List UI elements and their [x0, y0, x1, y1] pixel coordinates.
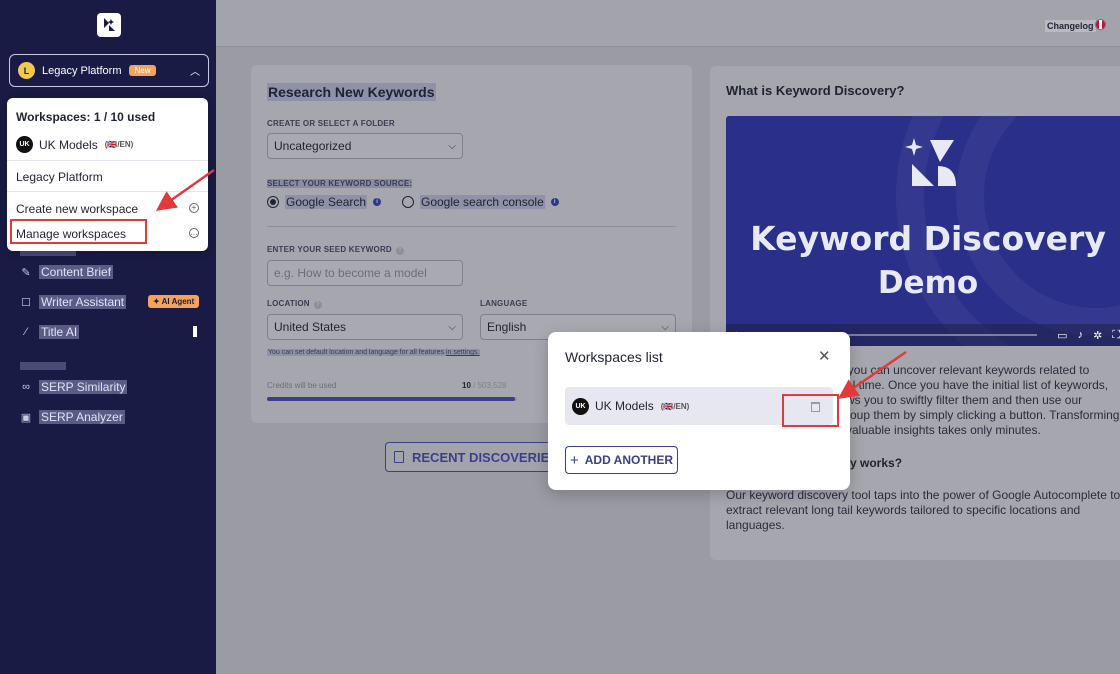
radio-label: Google search console — [420, 195, 545, 209]
location-select[interactable]: United States ⌵ — [267, 314, 463, 340]
captions-icon[interactable]: ▭ — [1057, 329, 1067, 342]
sidebar-item-label: Writer Assistant — [39, 295, 127, 309]
defaults-note: You can set default location and languag… — [267, 349, 481, 356]
card-title: Research New Keywords — [267, 83, 436, 101]
magic-wand-icon: ⁄ — [25, 326, 27, 338]
recent-discoveries-button[interactable]: RECENT DISCOVERIES — [385, 442, 560, 472]
video-title-line1: Keyword Discovery — [750, 219, 1106, 258]
language-flag-icon[interactable] — [1095, 19, 1106, 30]
modal-title: Workspaces list — [565, 349, 663, 365]
recent-discoveries-label: RECENT DISCOVERIES — [412, 449, 558, 465]
source-google-search-radio[interactable]: Google Search i — [267, 195, 382, 209]
sidebar-item-content-brief[interactable]: ✎ Content Brief — [20, 265, 114, 279]
help-icon: ? — [395, 247, 404, 255]
chevron-down-icon: ⌵ — [661, 321, 669, 333]
add-another-button[interactable]: + ADD ANOTHER — [565, 446, 678, 474]
toggle-indicator — [193, 326, 197, 337]
settings-gear-icon[interactable]: ✲ — [1093, 329, 1102, 342]
radio-selected-icon — [267, 196, 279, 208]
sidebar-item-label: Content Brief — [39, 265, 114, 279]
sidebar-item-serp-similarity[interactable]: ∞ SERP Similarity — [20, 380, 128, 394]
close-icon[interactable]: ✕ — [818, 349, 831, 364]
sidebar-item-title-ai[interactable]: ⁄ Title AI — [20, 325, 80, 339]
workspace-name: UK Models — [595, 399, 654, 413]
volume-icon[interactable]: ♪ — [1078, 329, 1084, 341]
source-label: SELECT YOUR KEYWORD SOURCE: — [267, 179, 413, 188]
help-icon: ? — [313, 301, 322, 309]
add-another-label: ADD ANOTHER — [584, 453, 673, 467]
divider — [7, 191, 208, 192]
info-icon[interactable]: i — [373, 198, 382, 206]
workspaces-usage-heading: Workspaces: 1 / 10 used — [16, 110, 156, 124]
workspace-avatar: L — [18, 62, 35, 79]
how-it-works-paragraph: Our keyword discovery tool taps into the… — [726, 488, 1120, 532]
how-it-works-heading: y works? — [850, 456, 903, 470]
highlight-delete-workspace — [782, 394, 839, 427]
workspace-locale-tag: (🇬🇧/EN) — [104, 140, 134, 149]
demo-video-player[interactable]: Keyword Discovery Demo ▶ ▭ ♪ ✲ ⛶ — [726, 116, 1120, 346]
chevron-down-icon: ⌵ — [448, 140, 456, 152]
dropdown-legacy-platform[interactable]: Legacy Platform — [16, 170, 103, 184]
chevron-up-icon: ︿ — [190, 67, 200, 78]
app-logo-icon[interactable] — [97, 13, 121, 37]
workspace-selector[interactable]: L Legacy Platform New ︿ — [9, 54, 209, 87]
language-label: LANGUAGE — [480, 299, 528, 308]
location-value: United States — [274, 320, 347, 334]
info-panel-title: What is Keyword Discovery? — [726, 83, 905, 98]
sidebar-item-label: SERP Similarity — [39, 380, 128, 394]
folder-label: CREATE OR SELECT A FOLDER — [267, 119, 395, 128]
credits-label: Credits will be used — [267, 381, 337, 390]
workspace-locale-tag: (🇬🇧/EN) — [660, 401, 690, 411]
workspace-avatar: UK — [572, 397, 589, 415]
location-label: LOCATION? — [267, 299, 322, 309]
sidebar-item-writer-assistant[interactable]: ☐ Writer Assistant — [20, 295, 127, 309]
language-value: English — [487, 320, 527, 334]
seed-keyword-input[interactable]: e.g. How to become a model — [267, 260, 463, 286]
seed-keyword-label: ENTER YOUR SEED KEYWORD? — [267, 245, 404, 255]
fullscreen-icon[interactable]: ⛶ — [1112, 329, 1120, 342]
chevron-down-icon: ⌵ — [448, 321, 456, 333]
description-paragraph: y, you can uncover relevant keywords rel… — [836, 363, 1120, 437]
radio-label: Google Search — [285, 195, 368, 209]
ai-agent-badge: ✦ AI Agent — [148, 295, 200, 308]
video-title-line2: Demo — [877, 265, 979, 301]
sidebar-item-label: SERP Analyzer — [39, 410, 125, 424]
sidebar-item-label: Title AI — [39, 325, 80, 339]
workspace-name: UK Models — [39, 137, 98, 152]
brief-icon: ✎ — [21, 266, 31, 279]
highlight-manage-workspaces — [10, 219, 147, 244]
source-search-console-radio[interactable]: Google search console i — [402, 195, 559, 209]
info-icon[interactable]: i — [550, 198, 559, 206]
workspace-avatar: UK — [16, 136, 33, 153]
section-label-serp — [20, 362, 66, 370]
overlap-icon: ∞ — [22, 381, 30, 393]
divider — [7, 160, 208, 161]
credits-progress-bar — [267, 397, 517, 401]
plus-circle-icon: + — [189, 203, 199, 213]
analyzer-icon: ▣ — [20, 411, 32, 424]
top-bar — [216, 0, 1120, 47]
radio-unselected-icon — [402, 196, 414, 208]
document-icon — [394, 451, 404, 463]
settings-link[interactable]: in settings. — [446, 349, 479, 356]
plus-icon: + — [570, 451, 579, 469]
credits-progress-fill — [267, 397, 515, 401]
video-logo-icon — [905, 138, 956, 186]
workspace-name: Legacy Platform — [42, 64, 122, 77]
writer-icon: ☐ — [21, 296, 31, 309]
new-badge: New — [129, 65, 156, 76]
settings-circle-icon: … — [189, 228, 199, 238]
create-workspace-item[interactable]: Create new workspace — [16, 202, 138, 216]
changelog-link[interactable]: Changelog — [1045, 20, 1096, 32]
sidebar-item-serp-analyzer[interactable]: ▣ SERP Analyzer — [20, 410, 125, 424]
divider — [267, 226, 676, 227]
dropdown-workspace-uk-models[interactable]: UK UK Models (🇬🇧/EN) — [16, 136, 133, 153]
folder-select[interactable]: Uncategorized ⌵ — [267, 133, 463, 159]
credits-value: 10 / 503,528 — [462, 381, 507, 390]
folder-value: Uncategorized — [274, 139, 352, 153]
